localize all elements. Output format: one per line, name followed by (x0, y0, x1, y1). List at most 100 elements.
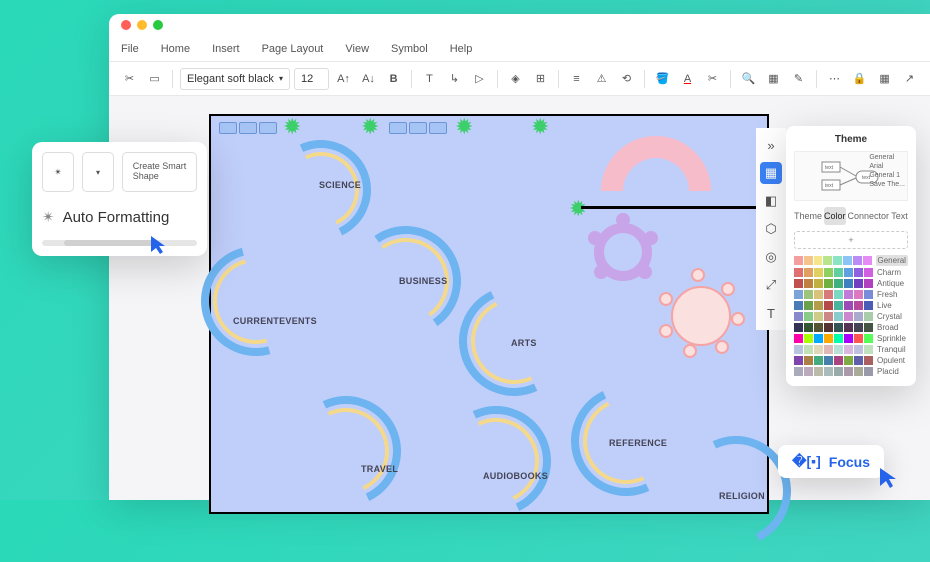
layers-icon[interactable]: ◈ (505, 68, 526, 90)
rail-grid-icon[interactable]: ▦ (760, 162, 782, 184)
menu-page-layout[interactable]: Page Layout (262, 43, 324, 55)
theme-side-save[interactable]: Save The... (869, 181, 905, 188)
titlebar (109, 14, 930, 36)
dropdown-button[interactable]: ▾ (82, 152, 114, 192)
crop-icon[interactable]: ✂ (702, 68, 723, 90)
sofa (409, 122, 427, 134)
close-dot[interactable] (121, 20, 131, 30)
swatch (804, 367, 813, 376)
minimize-dot[interactable] (137, 20, 147, 30)
rail-text-icon[interactable]: T (760, 302, 782, 324)
rail-shapes-icon[interactable]: ◧ (760, 190, 782, 212)
swatch (804, 268, 813, 277)
bold-icon[interactable]: B (383, 68, 404, 90)
focus-button[interactable]: �[▪] Focus (778, 445, 884, 478)
swatch (823, 256, 832, 265)
text-icon[interactable]: T (419, 68, 440, 90)
swatch (834, 279, 843, 288)
tab-text[interactable]: Text (891, 207, 908, 225)
auto-formatting-row[interactable]: ✴ Auto Formatting (42, 202, 197, 232)
swatch (834, 268, 843, 277)
scheme-charm[interactable]: Charm (794, 268, 908, 277)
swatch (794, 345, 803, 354)
theme-side-general1[interactable]: General 1 (869, 172, 905, 179)
swatch (864, 312, 873, 321)
font-select[interactable]: Elegant soft black▾ (180, 68, 290, 90)
more-icon[interactable]: ⋯ (824, 68, 845, 90)
font-size[interactable]: 12 (294, 68, 329, 90)
line-style-icon[interactable]: ✎ (788, 68, 809, 90)
scheme-live[interactable]: Live (794, 301, 908, 310)
menu-home[interactable]: Home (161, 43, 190, 55)
swatch (864, 356, 873, 365)
scheme-label: Antique (877, 279, 908, 288)
table-icon[interactable]: ▦ (763, 68, 784, 90)
grid-icon[interactable]: ▦ (874, 68, 895, 90)
swatch (804, 323, 813, 332)
sparkle-button[interactable]: ✴ (42, 152, 74, 192)
menu-file[interactable]: File (121, 43, 139, 55)
font-shrink-icon[interactable]: A↓ (358, 68, 379, 90)
add-scheme-button[interactable]: + (794, 231, 908, 249)
scheme-general[interactable]: General (794, 255, 908, 266)
tab-color[interactable]: Color (824, 207, 846, 225)
warning-icon[interactable]: ⚠ (591, 68, 612, 90)
swatch (824, 367, 833, 376)
create-smart-shape-button[interactable]: Create Smart Shape (122, 152, 197, 192)
scheme-placid[interactable]: Placid (794, 367, 908, 376)
scheme-tranquil[interactable]: Tranquil (794, 345, 908, 354)
align-left-icon[interactable]: ≡ (566, 68, 587, 90)
scheme-sprinkle[interactable]: Sprinkle (794, 334, 908, 343)
fill-icon[interactable]: 🪣 (652, 68, 673, 90)
cut-icon[interactable]: ✂ (119, 68, 140, 90)
label-arts: ARTS (511, 338, 537, 348)
swatch (834, 312, 843, 321)
swatch (804, 334, 813, 343)
swatch (814, 301, 823, 310)
swatch (854, 367, 863, 376)
connector-icon[interactable]: ↳ (444, 68, 465, 90)
group-icon[interactable]: ⊞ (530, 68, 551, 90)
pointer-icon[interactable]: ▷ (469, 68, 490, 90)
copy-icon[interactable]: ▭ (144, 68, 165, 90)
theme-preview[interactable]: texttexttext General Arial General 1 Sav… (794, 151, 908, 201)
auto-format-slider[interactable] (42, 240, 197, 246)
scheme-opulent[interactable]: Opulent (794, 356, 908, 365)
rail-target-icon[interactable]: ◎ (760, 246, 782, 268)
rail-cube-icon[interactable]: ⬡ (760, 218, 782, 240)
floor-plan-canvas[interactable]: ✹ ✹ ✹ ✹ ✹ SCIENCE CURRENTEVENTS BUSINESS… (209, 114, 769, 514)
swatch (814, 268, 823, 277)
zoom-dot[interactable] (153, 20, 163, 30)
scheme-antique[interactable]: Antique (794, 279, 908, 288)
side-icon-rail: » ▦ ◧ ⬡ ◎ ⤢ T (756, 128, 786, 330)
rotate-icon[interactable]: ⟲ (616, 68, 637, 90)
font-grow-icon[interactable]: A↑ (333, 68, 354, 90)
wall (581, 206, 771, 209)
swatch (834, 356, 843, 365)
theme-side-arial[interactable]: Arial (869, 163, 905, 170)
scheme-broad[interactable]: Broad (794, 323, 908, 332)
menu-symbol[interactable]: Symbol (391, 43, 428, 55)
swatch (854, 323, 863, 332)
scheme-crystal[interactable]: Crystal (794, 312, 908, 321)
tab-connector[interactable]: Connector (848, 207, 890, 225)
rail-expand-icon[interactable]: ⤢ (760, 274, 782, 296)
menu-insert[interactable]: Insert (212, 43, 240, 55)
svg-text:text: text (825, 183, 834, 189)
menu-view[interactable]: View (345, 43, 369, 55)
swatch (794, 279, 803, 288)
theme-side-general[interactable]: General (869, 154, 905, 161)
font-color-icon[interactable]: A (677, 68, 698, 90)
swatch (854, 312, 863, 321)
tab-theme[interactable]: Theme (794, 207, 822, 225)
rail-collapse-icon[interactable]: » (760, 134, 782, 156)
lock-icon[interactable]: 🔒 (849, 68, 870, 90)
auto-format-popup: ✴ ▾ Create Smart Shape ✴ Auto Formatting (32, 142, 207, 256)
scheme-label: Live (877, 301, 908, 310)
menu-help[interactable]: Help (450, 43, 473, 55)
swatch (824, 290, 833, 299)
search-icon[interactable]: 🔍 (738, 68, 759, 90)
scheme-fresh[interactable]: Fresh (794, 290, 908, 299)
export-icon[interactable]: ↗ (899, 68, 920, 90)
swatch (834, 367, 843, 376)
